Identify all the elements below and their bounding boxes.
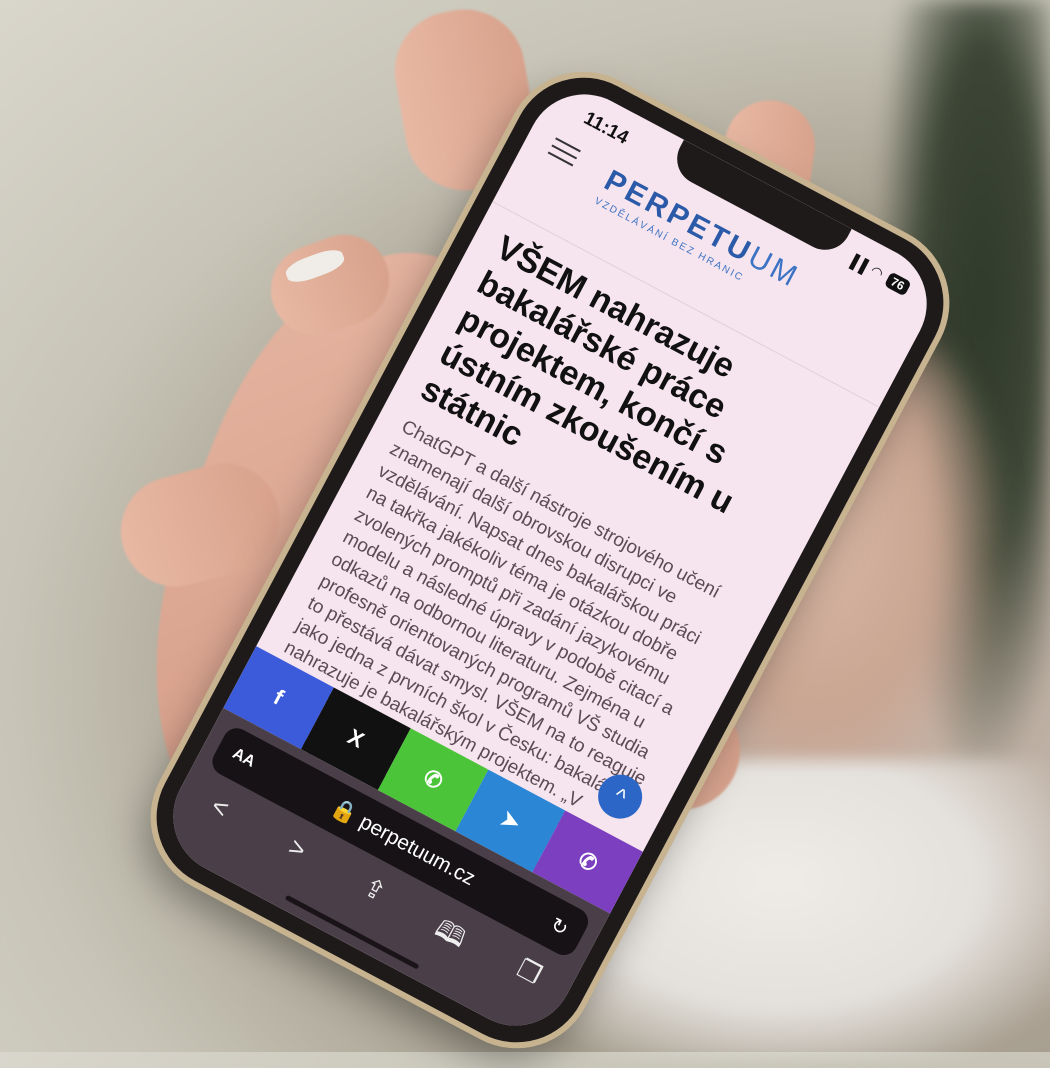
battery-icon: 76 (883, 270, 912, 296)
reader-settings-button[interactable]: AA (215, 737, 272, 779)
wifi-icon: ◠ (867, 261, 887, 282)
back-icon[interactable]: < (189, 784, 245, 842)
forward-icon[interactable]: > (266, 826, 322, 884)
hamburger-icon[interactable] (545, 132, 584, 172)
signal-icon: ▐▐ (844, 250, 870, 274)
bookmarks-icon[interactable]: 🕮 (421, 908, 477, 966)
reload-icon[interactable]: ↻ (532, 904, 587, 949)
share-icon[interactable]: ⇪ (344, 867, 400, 925)
tabs-icon[interactable]: ❐ (498, 949, 554, 1007)
